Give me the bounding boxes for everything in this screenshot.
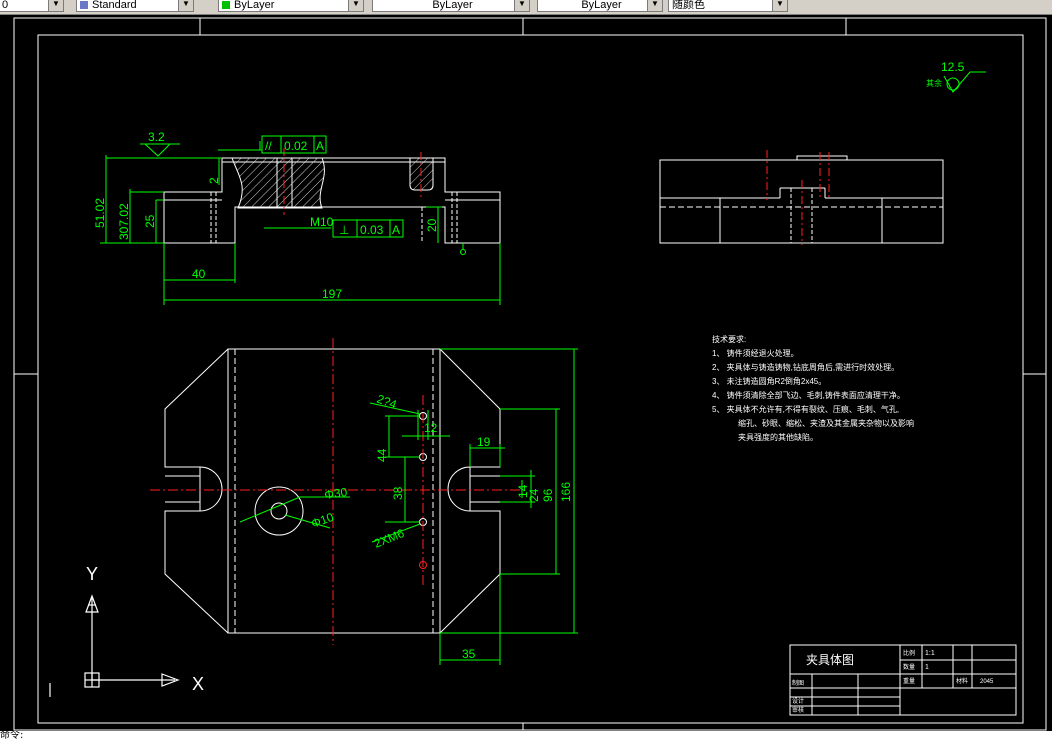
sheet-border (13, 17, 1047, 731)
text-style-combo-left-text: 0 (2, 0, 9, 11)
dim-197: 197 (322, 287, 342, 301)
qty-label: 数量 (903, 663, 915, 671)
dim-35: 35 (462, 647, 476, 661)
top-view-dimension-text: 2?4 12 19 44 38 Φ30 Φ10 2XM6 14 24 96 16… (309, 392, 573, 661)
dim-style-value: Standard (92, 0, 137, 11)
command-prompt: 命令: (0, 731, 24, 741)
material-label: 材料 (956, 677, 968, 685)
ucs-y-label: Y (86, 564, 98, 584)
command-line[interactable]: 命令: (0, 731, 1052, 741)
dim-2xm6: 2XM6 (372, 526, 407, 551)
ucs-icon[interactable] (49, 594, 180, 697)
dim-style-combo[interactable]: Standard ▼ (76, 0, 194, 12)
front-view-dimension-text: 3.2 // 0.02 A 2 51.02 307.02 25 40 197 M… (93, 130, 439, 301)
qty-value: 1 (925, 664, 929, 671)
design-label: 设计 (792, 697, 804, 705)
chevron-down-icon: ▼ (514, 0, 529, 11)
text-style-combo-left[interactable]: 0 ▼ (0, 0, 64, 12)
layer-value: ByLayer (234, 0, 275, 11)
chevron-down-icon: ▼ (772, 0, 787, 11)
ratio-label: 比例 (903, 649, 915, 657)
check-label: 审核 (792, 706, 804, 714)
ratio-value: 1:1 (925, 650, 935, 657)
dim-44: 44 (375, 448, 389, 462)
lineweight-value: ByLayer (581, 0, 622, 11)
surface-roughness-value: 12.5 (941, 60, 965, 74)
tech-req-item: 4、 铸件须清除全部飞边、毛刺,铸件表面应清理干净。 (712, 390, 905, 400)
dim-12: 12 (424, 421, 438, 435)
front-view (163, 157, 501, 244)
top-view-dimensions (239, 348, 578, 665)
weight-label: 重量 (903, 677, 915, 685)
plotstyle-combo[interactable]: 随颜色 ▼ (668, 0, 788, 12)
tech-req-item: 缩孔、砂眼、缩松、夹渣及其金属夹杂物以及影响 (738, 418, 914, 428)
dim-96: 96 (541, 488, 555, 502)
tech-req-item: 5、 夹具体不允许有,不得有裂纹、压痕、毛刺、气孔, (712, 404, 899, 414)
surface-roughness-label: 其余 (926, 78, 942, 88)
plotstyle-value: 随颜色 (672, 0, 705, 11)
parallelism-value: 0.02 (284, 139, 308, 153)
layer-combo[interactable]: ByLayer ▼ (218, 0, 364, 12)
dim-24: 24 (527, 488, 541, 502)
drawing-title: 夹具体图 (806, 653, 854, 667)
surface-roughness-symbol (943, 71, 986, 93)
dim-166: 166 (559, 482, 573, 502)
section-hatch (231, 157, 325, 209)
dim-20: 20 (425, 218, 439, 232)
dim-2: 2 (207, 177, 221, 184)
properties-toolbar: 0 ▼ Standard ▼ ByLayer ▼ ByLayer ▼ ByLayer ▼ … (0, 0, 1052, 15)
parallelism-datum: A (316, 139, 324, 153)
dim-38: 38 (391, 486, 405, 500)
dim-25: 25 (143, 214, 157, 228)
material-value: 2045 (980, 679, 994, 685)
tech-req-item: 夹具强度的其他缺陷。 (738, 432, 818, 442)
parallelism-symbol: // (265, 139, 272, 153)
tech-req-item: 2、 夹具体与铸造铸物,钻底周角后,需进行时效处理。 (712, 362, 899, 372)
style-icon (80, 1, 88, 10)
tech-req-item: 1、 铸件须经退火处理。 (712, 348, 799, 358)
perpendicularity-datum: A (392, 223, 400, 237)
perpendicularity-symbol: ⊥ (339, 223, 349, 237)
dim-total-height: 51.02 (93, 198, 107, 228)
chevron-down-icon: ▼ (178, 0, 193, 11)
title-block-text: 夹具体图 比例 1:1 数量 1 重量 材料 2045 制图 设计 审核 (792, 649, 994, 714)
perpendicularity-value: 0.03 (360, 223, 384, 237)
dim-19: 19 (477, 435, 491, 449)
linetype-combo[interactable]: ByLayer ▼ (372, 0, 530, 12)
dim-40: 40 (192, 267, 206, 281)
lineweight-combo[interactable]: ByLayer ▼ (537, 0, 663, 12)
thread-m10: M10 (310, 215, 334, 229)
tech-req-item: 3、 未注铸造圆角R2倒角2x45。 (712, 376, 826, 386)
ucs-x-label: X (192, 674, 204, 694)
drawn-label: 制图 (792, 679, 804, 687)
dim-phi30: Φ30 (323, 485, 348, 502)
chevron-down-icon: ▼ (647, 0, 662, 11)
technical-requirements: 技术要求: 1、 铸件须经退火处理。 2、 夹具体与铸造铸物,钻底周角后,需进行… (712, 334, 914, 442)
dim-307: 307.02 (117, 203, 131, 240)
chevron-down-icon: ▼ (48, 0, 63, 11)
roughness-text: 3.2 (148, 130, 165, 144)
chevron-down-icon: ▼ (348, 0, 363, 11)
dim-phi10: Φ10 (309, 510, 336, 531)
linetype-value: ByLayer (432, 0, 473, 11)
tech-req-title: 技术要求: (712, 334, 746, 344)
layer-swatch-icon (222, 1, 230, 10)
model-space-canvas[interactable]: 3.2 // 0.02 A 2 51.02 307.02 25 40 197 M… (0, 14, 1052, 731)
